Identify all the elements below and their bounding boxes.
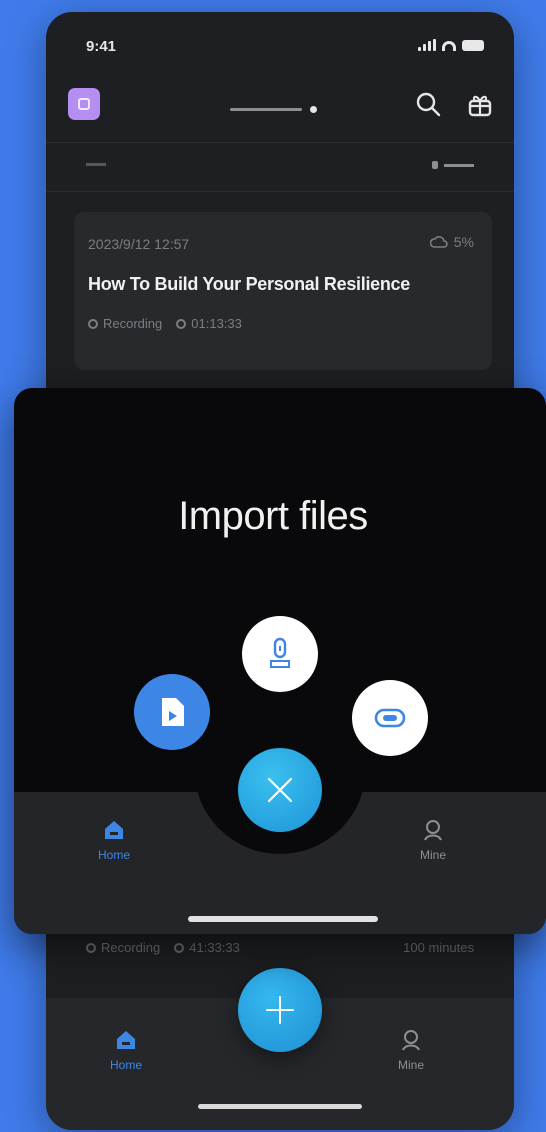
recording-type: Recording — [103, 316, 163, 331]
wifi-icon — [442, 41, 456, 51]
top-bar — [46, 86, 514, 142]
second-item-meta: Recording 41:33:33 100 minutes — [86, 940, 474, 955]
import-files-title: Import files — [178, 494, 368, 538]
workspace-selector[interactable] — [230, 106, 317, 113]
workspace-name-placeholder — [230, 108, 302, 111]
workspace-dot — [310, 106, 317, 113]
home-indicator — [198, 1104, 362, 1109]
sort-control[interactable] — [432, 161, 474, 169]
clock-icon — [174, 942, 185, 953]
tab-home-label: Home — [98, 848, 131, 862]
list-header — [46, 142, 514, 192]
gift-icon[interactable] — [466, 90, 494, 118]
import-files-sheet: Import files Home Mine — [14, 388, 546, 934]
recording-duration: 01:13:33 — [191, 316, 242, 331]
file-icon — [162, 698, 184, 726]
home-icon — [117, 1031, 135, 1049]
profile-icon — [402, 1030, 420, 1051]
recording-card[interactable]: 2023/9/12 12:57 5% How To Build Your Per… — [74, 212, 492, 370]
second-item-extra: 100 minutes — [403, 940, 474, 955]
recording-title: How To Build Your Personal Resilience — [88, 274, 410, 294]
home-icon — [105, 821, 123, 839]
import-file-option[interactable] — [134, 674, 210, 750]
add-button[interactable] — [238, 968, 322, 1052]
close-button[interactable] — [238, 748, 322, 832]
recording-meta: Recording 01:13:33 — [88, 316, 242, 331]
tab-home-label: Home — [110, 1058, 143, 1072]
voice-recorder-icon — [270, 637, 290, 668]
signal-icon — [418, 39, 436, 51]
cloud-sync-icon — [429, 236, 448, 248]
close-icon — [267, 777, 293, 803]
second-item-duration: 41:33:33 — [189, 940, 240, 955]
recording-date: 2023/9/12 12:57 — [88, 236, 190, 252]
status-time: 9:41 — [86, 38, 117, 55]
recording-type-icon — [86, 942, 96, 953]
tab-home[interactable]: Home — [98, 818, 130, 862]
import-recorder-option[interactable] — [242, 616, 318, 692]
profile-icon — [424, 820, 442, 841]
tab-mine-label: Mine — [398, 1058, 425, 1072]
clock-icon — [176, 318, 187, 329]
tab-mine-label: Mine — [420, 848, 447, 862]
search-icon[interactable] — [414, 90, 442, 118]
import-link-option[interactable] — [352, 680, 428, 756]
tab-home[interactable]: Home — [110, 1028, 142, 1072]
tab-mine[interactable]: Mine — [420, 818, 446, 862]
status-bar: 9:41 — [46, 12, 514, 82]
cloud-link-icon — [374, 708, 406, 728]
app-logo-icon[interactable] — [68, 88, 100, 120]
second-item-type: Recording — [101, 940, 161, 955]
status-icons — [418, 39, 484, 51]
recording-type-icon — [88, 318, 98, 329]
recording-progress-value: 5% — [453, 234, 474, 250]
home-indicator — [188, 916, 378, 922]
tab-mine[interactable]: Mine — [398, 1028, 424, 1072]
recording-progress: 5% — [429, 234, 474, 250]
battery-icon — [462, 40, 484, 51]
list-header-left — [86, 163, 106, 166]
plus-icon — [266, 996, 294, 1024]
